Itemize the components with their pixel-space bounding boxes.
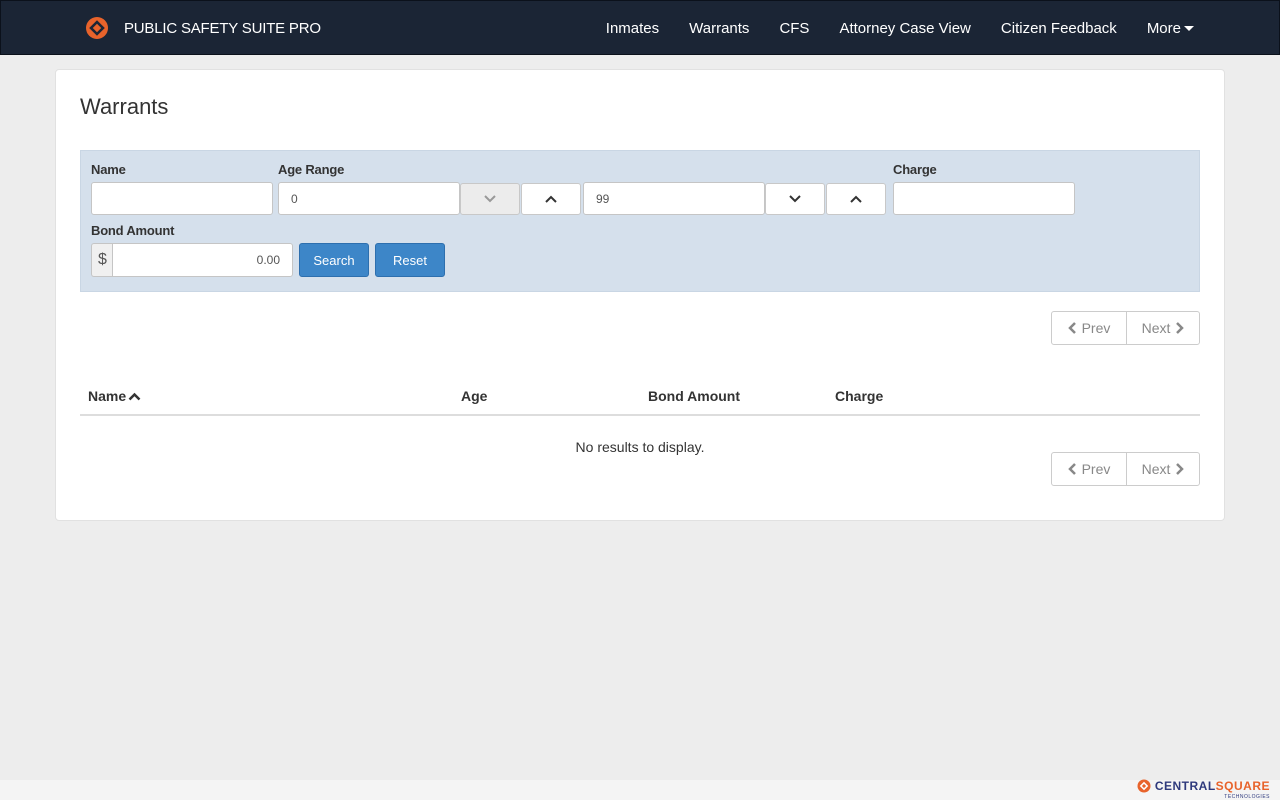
main-panel: Warrants Name Age Range 0 99 Charge Bond…	[55, 69, 1225, 521]
currency-addon: $	[91, 243, 113, 277]
caret-down-icon	[1184, 25, 1194, 31]
search-button[interactable]: Search	[299, 243, 369, 277]
footer-logo-part2: SQUARE	[1215, 779, 1270, 793]
main-nav: Inmates Warrants CFS Attorney Case View …	[576, 1, 1194, 55]
pagination-top: Prev Next	[1051, 311, 1200, 345]
column-header-age[interactable]: Age	[461, 388, 487, 404]
search-filter-form: Name Age Range 0 99 Charge Bond Amount $…	[80, 150, 1200, 292]
age-min-input[interactable]: 0	[278, 182, 460, 215]
prev-label: Prev	[1081, 320, 1111, 336]
prev-page-button[interactable]: Prev	[1052, 312, 1126, 344]
pagination-bottom: Prev Next	[1051, 452, 1200, 486]
next-label: Next	[1141, 461, 1171, 477]
top-navbar: PUBLIC SAFETY SUITE PRO Inmates Warrants…	[0, 0, 1280, 55]
footer-logo-part1: CENTRAL	[1154, 779, 1216, 793]
next-label: Next	[1141, 320, 1171, 336]
name-label: Name	[91, 162, 126, 177]
column-header-name-label: Name	[88, 388, 127, 404]
centralsquare-logo-icon	[1137, 779, 1151, 793]
brand-title: PUBLIC SAFETY SUITE PRO	[124, 19, 321, 37]
empty-results-message: No results to display.	[575, 439, 705, 455]
reset-button[interactable]: Reset	[375, 243, 445, 277]
column-header-charge[interactable]: Charge	[835, 388, 883, 404]
next-page-button[interactable]: Next	[1126, 312, 1199, 344]
nav-item-cfs[interactable]: CFS	[779, 20, 809, 37]
charge-input[interactable]	[893, 182, 1075, 215]
footer-bar	[0, 780, 1280, 800]
nav-item-attorney-case-view[interactable]: Attorney Case View	[839, 20, 970, 37]
nav-more-label: More	[1146, 19, 1181, 37]
chevron-up-icon	[850, 195, 862, 203]
age-max-input[interactable]: 99	[583, 182, 765, 215]
chevron-up-icon	[545, 195, 557, 203]
prev-page-button[interactable]: Prev	[1052, 453, 1126, 485]
age-min-decrement-button[interactable]	[460, 183, 520, 215]
table-header-divider	[80, 414, 1200, 416]
bond-amount-label: Bond Amount	[91, 223, 175, 238]
page-title: Warrants	[80, 94, 169, 119]
age-max-decrement-button[interactable]	[765, 183, 825, 215]
prev-label: Prev	[1081, 461, 1111, 477]
footer-logo: CENTRALSQUARE	[1137, 779, 1270, 793]
nav-item-warrants[interactable]: Warrants	[689, 20, 749, 37]
name-input[interactable]	[91, 182, 273, 215]
chevron-down-icon	[484, 195, 496, 203]
brand-logo-icon	[86, 17, 108, 39]
next-page-button[interactable]: Next	[1126, 453, 1199, 485]
footer-logo-subtitle: TECHNOLOGIES	[1224, 794, 1270, 800]
chevron-right-icon	[1176, 463, 1185, 475]
age-max-increment-button[interactable]	[826, 183, 886, 215]
nav-item-inmates[interactable]: Inmates	[606, 20, 659, 37]
chevron-down-icon	[789, 195, 801, 203]
brand[interactable]: PUBLIC SAFETY SUITE PRO	[85, 15, 321, 41]
age-min-increment-button[interactable]	[521, 183, 581, 215]
nav-item-more[interactable]: More	[1147, 20, 1194, 37]
chevron-left-icon	[1067, 322, 1076, 334]
chevron-right-icon	[1176, 322, 1185, 334]
age-range-label: Age Range	[278, 162, 345, 177]
bond-amount-input[interactable]: 0.00	[112, 243, 293, 277]
chevron-left-icon	[1067, 463, 1076, 475]
nav-item-citizen-feedback[interactable]: Citizen Feedback	[1001, 20, 1117, 37]
column-header-bond-amount[interactable]: Bond Amount	[648, 388, 740, 404]
charge-label: Charge	[893, 162, 937, 177]
column-header-name[interactable]: Name	[88, 388, 141, 404]
sort-ascending-icon	[128, 392, 141, 400]
